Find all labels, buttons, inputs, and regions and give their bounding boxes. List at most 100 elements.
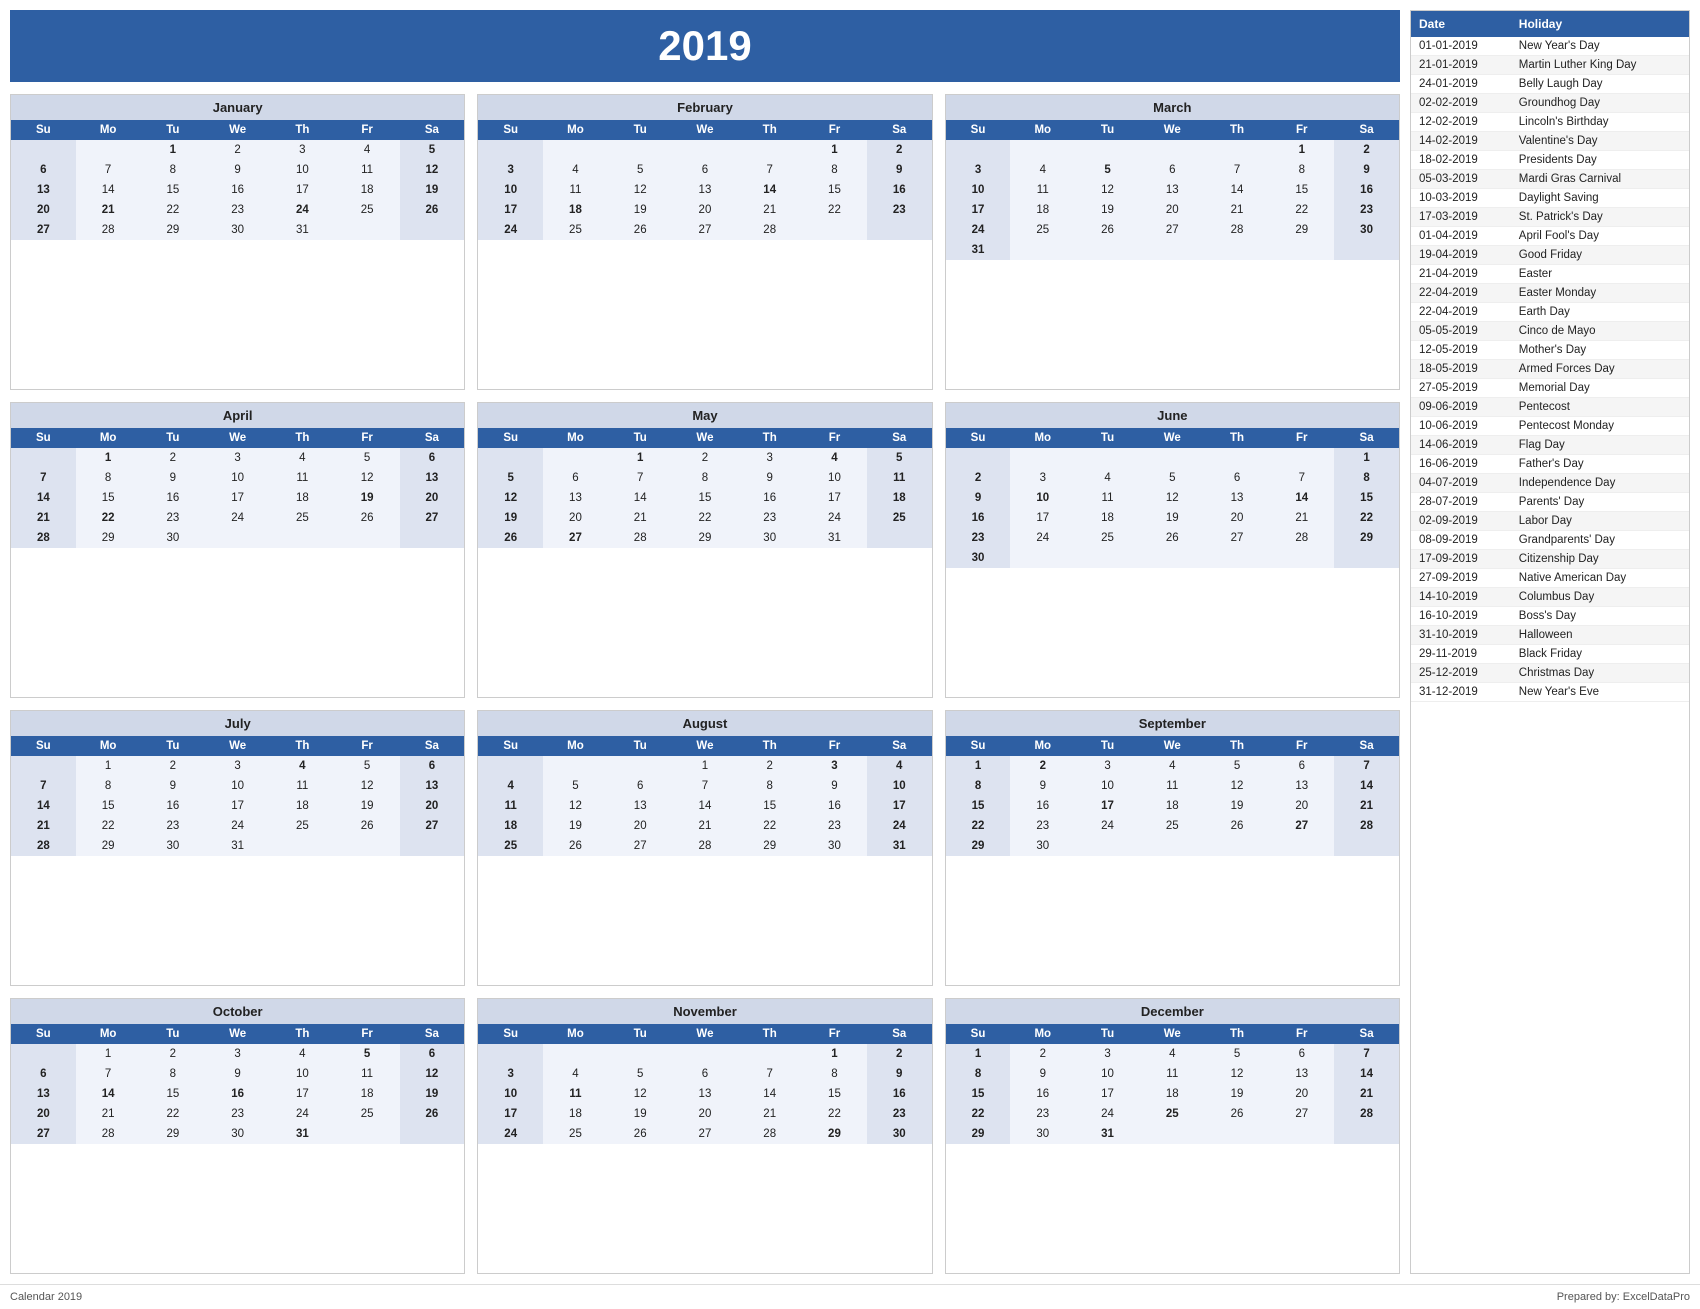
day-cell: 28: [1334, 1104, 1399, 1124]
day-cell: 6: [400, 448, 465, 468]
day-cell: 24: [802, 508, 867, 528]
holiday-row: 09-06-2019Pentecost: [1411, 398, 1689, 417]
day-cell: 27: [673, 1124, 738, 1144]
day-header-su: Su: [11, 736, 76, 756]
day-cell: [1075, 448, 1140, 468]
day-cell: 9: [867, 160, 932, 180]
holiday-date: 17-03-2019: [1411, 208, 1511, 227]
holiday-date: 27-09-2019: [1411, 569, 1511, 588]
day-header-fr: Fr: [802, 428, 867, 448]
day-header-th: Th: [270, 428, 335, 448]
day-header-mo: Mo: [76, 1024, 141, 1044]
day-header-th: Th: [737, 736, 802, 756]
day-cell: 9: [867, 1064, 932, 1084]
day-cell: [1334, 836, 1399, 856]
day-cell: [11, 140, 76, 160]
day-header-sa: Sa: [867, 120, 932, 140]
day-cell: [1269, 548, 1334, 568]
holiday-name: Native American Day: [1511, 569, 1689, 588]
day-cell: 8: [76, 468, 141, 488]
day-cell: 8: [76, 776, 141, 796]
day-header-fr: Fr: [1269, 428, 1334, 448]
holiday-name: Citizenship Day: [1511, 550, 1689, 569]
day-cell: 4: [543, 160, 608, 180]
day-cell: 8: [1334, 468, 1399, 488]
day-cell: 8: [802, 160, 867, 180]
month-block-january: JanuarySuMoTuWeThFrSa1234567891011121314…: [10, 94, 465, 390]
day-cell: 19: [1140, 508, 1205, 528]
holiday-date: 18-05-2019: [1411, 360, 1511, 379]
day-header-mo: Mo: [76, 428, 141, 448]
month-title: July: [11, 711, 464, 736]
holiday-row: 17-09-2019Citizenship Day: [1411, 550, 1689, 569]
day-cell: 8: [946, 1064, 1011, 1084]
day-cell: 11: [1140, 776, 1205, 796]
day-cell: 6: [11, 1064, 76, 1084]
day-cell: 26: [478, 528, 543, 548]
day-cell: [543, 140, 608, 160]
day-header-mo: Mo: [1010, 1024, 1075, 1044]
day-cell: [1010, 140, 1075, 160]
day-cell: 22: [673, 508, 738, 528]
day-cell: 18: [478, 816, 543, 836]
day-cell: 26: [543, 836, 608, 856]
day-cell: 25: [543, 220, 608, 240]
day-cell: [1140, 836, 1205, 856]
day-cell: 22: [1334, 508, 1399, 528]
holiday-date: 17-09-2019: [1411, 550, 1511, 569]
day-cell: 17: [478, 200, 543, 220]
day-cell: 13: [1269, 776, 1334, 796]
holiday-row: 19-04-2019Good Friday: [1411, 246, 1689, 265]
day-cell: 7: [11, 776, 76, 796]
day-cell: 30: [802, 836, 867, 856]
day-header-we: We: [1140, 736, 1205, 756]
holiday-row: 21-01-2019Martin Luther King Day: [1411, 56, 1689, 75]
day-cell: 4: [335, 140, 400, 160]
day-header-sa: Sa: [400, 428, 465, 448]
day-cell: 4: [478, 776, 543, 796]
day-cell: 16: [205, 1084, 270, 1104]
day-cell: 17: [205, 488, 270, 508]
day-cell: 15: [802, 180, 867, 200]
holiday-row: 01-01-2019New Year's Day: [1411, 37, 1689, 56]
holiday-date: 01-04-2019: [1411, 227, 1511, 246]
day-cell: 4: [1140, 756, 1205, 776]
day-cell: 11: [1075, 488, 1140, 508]
day-cell: [205, 528, 270, 548]
day-header-th: Th: [270, 120, 335, 140]
day-cell: 29: [802, 1124, 867, 1144]
day-cell: [608, 756, 673, 776]
day-cell: [946, 448, 1011, 468]
holiday-name: Pentecost Monday: [1511, 417, 1689, 436]
day-cell: 2: [867, 1044, 932, 1064]
day-cell: [1075, 140, 1140, 160]
holiday-date: 02-02-2019: [1411, 94, 1511, 113]
day-cell: 1: [946, 1044, 1011, 1064]
day-cell: 20: [1269, 796, 1334, 816]
day-cell: 16: [1010, 1084, 1075, 1104]
day-cell: 20: [673, 1104, 738, 1124]
day-cell: 15: [737, 796, 802, 816]
day-header-fr: Fr: [1269, 1024, 1334, 1044]
day-cell: 3: [1010, 468, 1075, 488]
day-header-fr: Fr: [335, 736, 400, 756]
day-cell: 10: [270, 1064, 335, 1084]
day-cell: 12: [543, 796, 608, 816]
day-cell: 10: [867, 776, 932, 796]
holiday-date: 16-06-2019: [1411, 455, 1511, 474]
holiday-date: 12-02-2019: [1411, 113, 1511, 132]
day-cell: 21: [608, 508, 673, 528]
day-header-mo: Mo: [543, 736, 608, 756]
day-cell: 17: [802, 488, 867, 508]
day-cell: [1269, 448, 1334, 468]
day-cell: 12: [1205, 776, 1270, 796]
holiday-date: 14-06-2019: [1411, 436, 1511, 455]
day-cell: [1334, 1124, 1399, 1144]
month-table: SuMoTuWeThFrSa12345678910111213141516171…: [478, 1024, 931, 1144]
holiday-row: 16-06-2019Father's Day: [1411, 455, 1689, 474]
day-cell: 30: [1010, 836, 1075, 856]
day-header-mo: Mo: [543, 120, 608, 140]
day-cell: 9: [802, 776, 867, 796]
day-cell: 16: [867, 180, 932, 200]
holiday-name: Columbus Day: [1511, 588, 1689, 607]
